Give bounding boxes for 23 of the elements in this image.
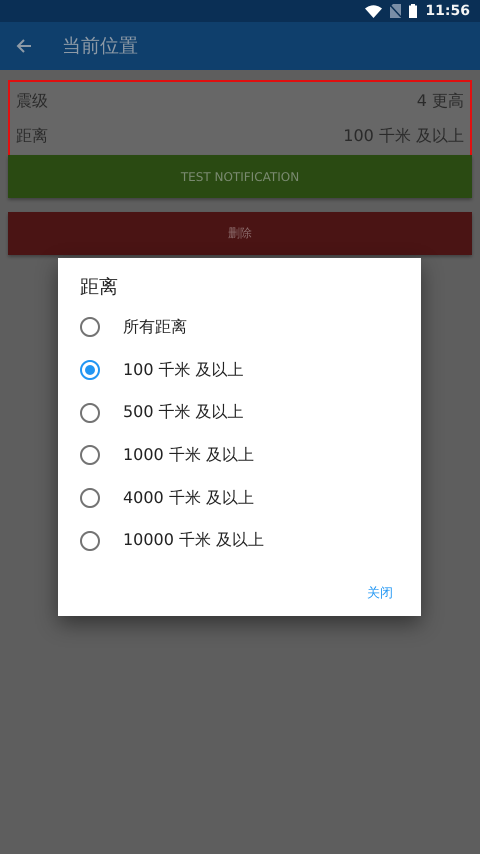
option-label[interactable]: 所有距离	[123, 316, 187, 338]
option-label[interactable]: 100 千米 及以上	[123, 360, 244, 381]
option-label[interactable]: 10000 千米 及以上	[123, 530, 264, 552]
radio-button[interactable]	[80, 317, 100, 338]
setting-label: 震级	[16, 91, 48, 112]
back-arrow-icon[interactable]	[16, 38, 32, 54]
option-label[interactable]: 4000 千米 及以上	[123, 488, 254, 509]
no-sim-icon	[390, 4, 402, 18]
radio-button[interactable]	[80, 445, 100, 466]
setting-value: 100 千米 及以上	[343, 126, 464, 147]
radio-button[interactable]	[80, 360, 100, 380]
option-label[interactable]: 1000 千米 及以上	[123, 444, 254, 466]
dialog-title: 距离	[79, 275, 119, 300]
radio-button[interactable]	[80, 530, 100, 551]
wifi-icon	[365, 4, 382, 18]
battery-icon	[409, 4, 418, 18]
option-label[interactable]: 500 千米 及以上	[123, 402, 244, 424]
setting-value: 4 更高	[416, 91, 464, 112]
radio-button[interactable]	[80, 488, 100, 508]
page-title: 当前位置	[62, 34, 138, 59]
radio-button[interactable]	[80, 402, 100, 423]
clock-time: 11:56	[425, 3, 470, 19]
setting-label: 距离	[16, 126, 48, 147]
